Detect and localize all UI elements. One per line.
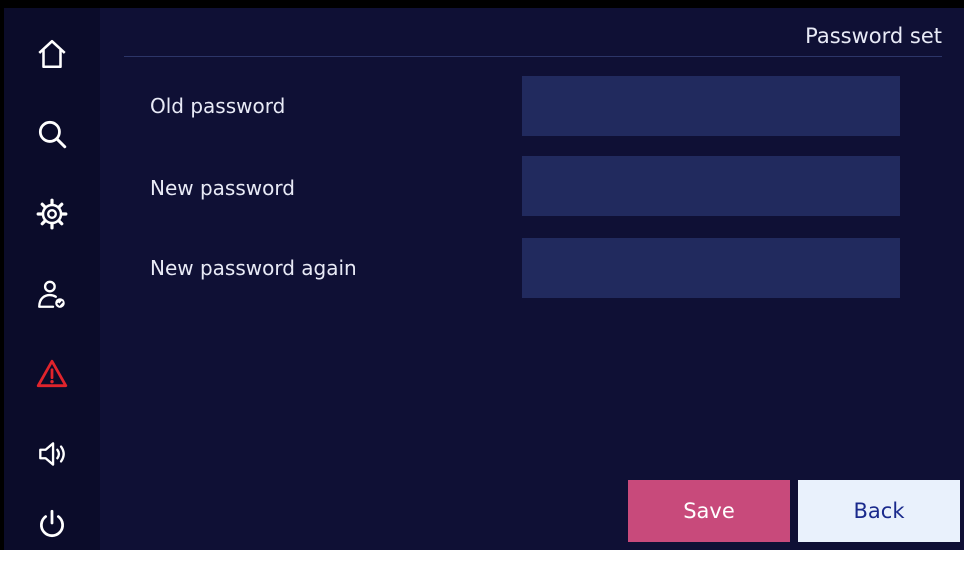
new-password-label: New password (150, 176, 295, 200)
sidebar-item-sound[interactable] (4, 414, 100, 494)
sidebar-item-alarm[interactable] (4, 334, 100, 414)
gear-icon (36, 198, 68, 230)
new-password-again-label: New password again (150, 256, 357, 280)
new-password-again-field[interactable] (522, 238, 900, 298)
speaker-icon (39, 442, 65, 466)
sidebar-item-search[interactable] (4, 94, 100, 174)
power-icon (40, 509, 64, 538)
sidebar-item-user[interactable] (4, 254, 100, 334)
search-icon (38, 120, 67, 149)
sidebar-item-settings[interactable] (4, 174, 100, 254)
screen: Password set Old password New password N… (0, 0, 964, 550)
save-button[interactable]: Save (628, 480, 790, 542)
page-title: Password set (805, 24, 942, 48)
old-password-label: Old password (150, 94, 286, 118)
sidebar (4, 8, 100, 550)
header-divider (124, 56, 942, 57)
sidebar-item-home[interactable] (4, 14, 100, 94)
home-icon (38, 39, 66, 69)
user-check-icon (38, 280, 65, 308)
sidebar-item-power[interactable] (4, 484, 100, 564)
back-button[interactable]: Back (798, 480, 960, 542)
new-password-field[interactable] (522, 156, 900, 216)
warning-icon (36, 359, 68, 388)
old-password-field[interactable] (522, 76, 900, 136)
